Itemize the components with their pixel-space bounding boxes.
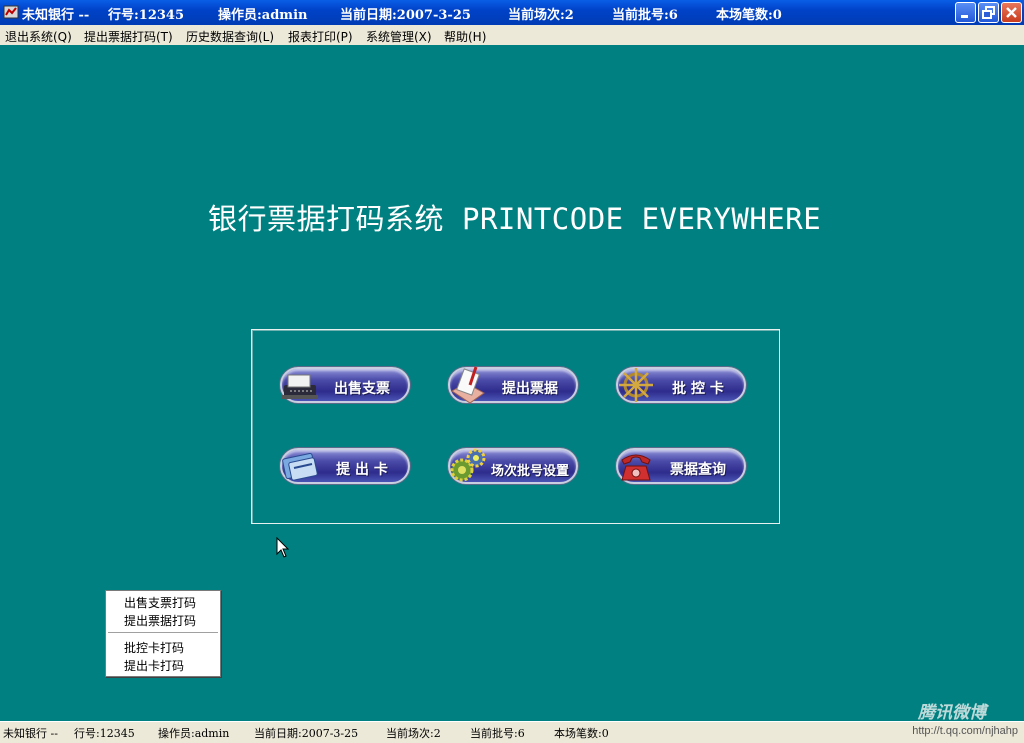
- status-app: 未知银行 --: [3, 727, 58, 740]
- bill-query-button[interactable]: 票据查询: [616, 448, 746, 484]
- menu-bar: 退出系统(Q) 提出票据打码(T) 历史数据查询(L) 报表打印(P) 系统管理…: [0, 25, 1024, 45]
- status-batch: 当前批号:6: [470, 727, 525, 740]
- ctx-submit-bill-print[interactable]: 提出票据打码: [124, 612, 196, 629]
- close-icon: [1006, 7, 1017, 18]
- mouse-pointer-icon: [276, 537, 290, 558]
- session-batch-setting-label: 场次批号设置: [490, 464, 569, 479]
- title-session: 当前场次:2: [508, 8, 574, 23]
- menu-exit[interactable]: 退出系统(Q): [5, 28, 72, 45]
- ctx-batch-card-print[interactable]: 批控卡打码: [124, 639, 184, 656]
- card-icon: [282, 452, 318, 481]
- window-title: 未知银行 --: [22, 8, 90, 23]
- title-date: 当前日期:2007-3-25: [340, 8, 471, 23]
- title-count: 本场笔数:0: [716, 8, 782, 23]
- ctx-submit-card-print[interactable]: 提出卡打码: [124, 657, 184, 674]
- restore-icon: [982, 6, 995, 19]
- submit-bill-label: 提出票据: [502, 381, 558, 397]
- weibo-watermark: 腾讯微博: [918, 703, 986, 723]
- submit-card-label: 提 出 卡: [336, 462, 388, 478]
- page-title: 银行票据打码系统 PRINTCODE EVERYWHERE: [208, 196, 821, 238]
- status-date: 当前日期:2007-3-25: [254, 727, 359, 740]
- ship-wheel-icon: [619, 368, 653, 402]
- status-session: 当前场次:2: [386, 727, 441, 740]
- app-icon: [3, 5, 19, 19]
- bill-query-label: 票据查询: [670, 462, 726, 478]
- status-bar: 未知银行 -- 行号:12345 操作员:admin 当前日期:2007-3-2…: [0, 721, 1024, 743]
- gears-icon: [450, 448, 486, 482]
- restore-button[interactable]: [978, 2, 999, 23]
- title-batch: 当前批号:6: [612, 8, 678, 23]
- status-count: 本场笔数:0: [554, 727, 609, 740]
- status-operator: 操作员:admin: [158, 727, 230, 740]
- sell-check-button[interactable]: 出售支票: [280, 367, 410, 403]
- telephone-icon: [621, 454, 651, 481]
- status-branch: 行号:12345: [74, 727, 135, 740]
- title-bar[interactable]: 未知银行 -- 行号:12345 操作员:admin 当前日期:2007-3-2…: [0, 0, 1024, 25]
- menu-history[interactable]: 历史数据查询(L): [186, 28, 274, 45]
- function-panel: 出售支票 提出票据 批 控 卡 提 出 卡 场次批号设置 票据查询: [251, 329, 780, 524]
- session-batch-setting-button[interactable]: 场次批号设置: [448, 448, 578, 484]
- title-en: PRINTCODE EVERYWHERE: [461, 202, 822, 236]
- minimize-button[interactable]: [955, 2, 976, 23]
- submit-card-button[interactable]: 提 出 卡: [280, 448, 410, 484]
- batch-card-label: 批 控 卡: [672, 381, 724, 397]
- menu-submit-print[interactable]: 提出票据打码(T): [84, 28, 173, 45]
- title-cn: 银行票据打码系统: [208, 202, 445, 236]
- sell-check-label: 出售支票: [334, 381, 390, 397]
- menu-system[interactable]: 系统管理(X): [366, 28, 432, 45]
- menu-report[interactable]: 报表打印(P): [288, 28, 353, 45]
- minimize-icon: [961, 15, 968, 18]
- batch-card-button[interactable]: 批 控 卡: [616, 367, 746, 403]
- status-url: http://t.qq.com/njhahp: [912, 725, 1018, 737]
- ctx-sell-check-print[interactable]: 出售支票打码: [124, 594, 196, 611]
- document-pen-icon: [451, 366, 485, 404]
- ctx-separator: [108, 632, 218, 633]
- close-button[interactable]: [1001, 2, 1022, 23]
- typewriter-icon: [282, 374, 318, 399]
- submit-bill-button[interactable]: 提出票据: [448, 366, 578, 404]
- title-operator: 操作员:admin: [218, 8, 308, 23]
- menu-help[interactable]: 帮助(H): [444, 28, 486, 45]
- title-branch: 行号:12345: [108, 8, 185, 23]
- context-menu: 出售支票打码 提出票据打码 批控卡打码 提出卡打码: [105, 590, 221, 677]
